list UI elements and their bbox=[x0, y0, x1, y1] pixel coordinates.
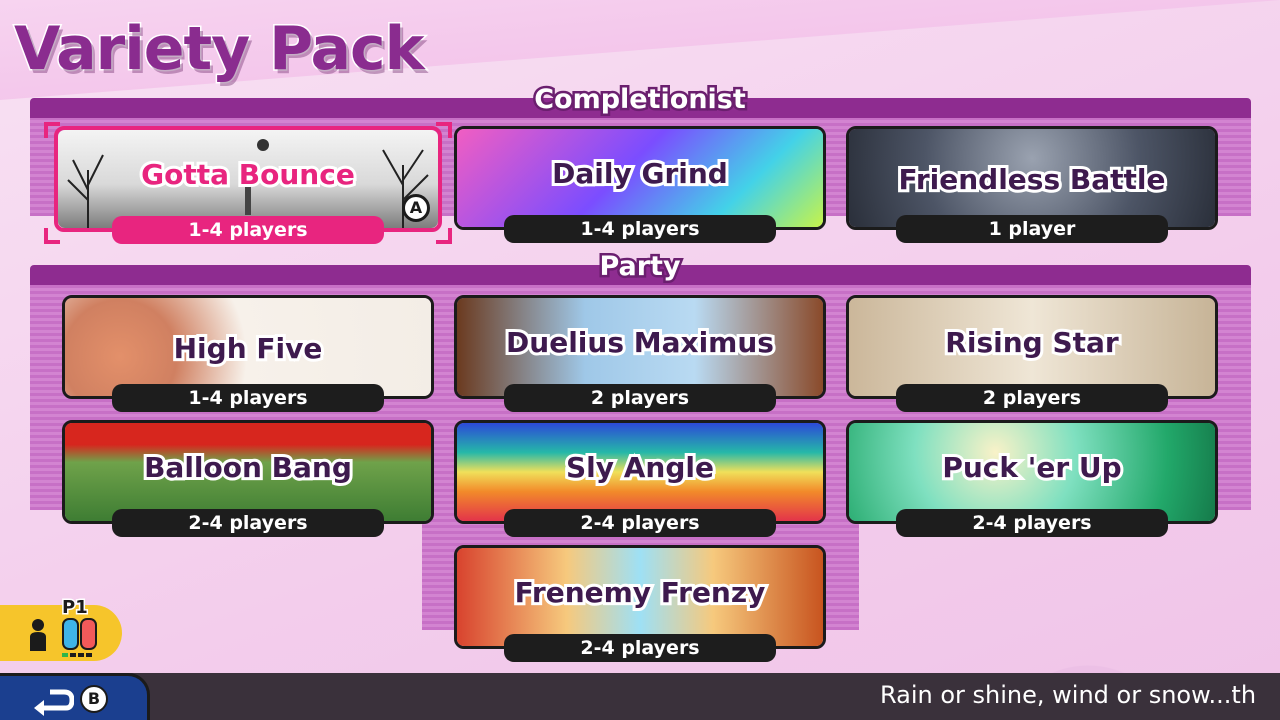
player-badge: P1 bbox=[0, 596, 122, 661]
page-title: Variety Pack bbox=[13, 13, 426, 86]
selection-corner-icon bbox=[44, 122, 60, 138]
a-button-icon: A bbox=[402, 194, 430, 222]
game-card-gotta-bounce[interactable]: Gotta Bounce A 1-4 players bbox=[44, 122, 452, 244]
player-count-badge: 2-4 players bbox=[896, 509, 1168, 537]
game-title: Gotta Bounce bbox=[138, 155, 358, 194]
game-card-sly-angle[interactable]: Sly Angle 2-4 players bbox=[454, 420, 826, 537]
back-button[interactable]: B bbox=[0, 673, 150, 720]
game-title: Puck 'er Up bbox=[939, 448, 1124, 487]
player-count-badge: 2-4 players bbox=[504, 634, 776, 662]
selection-corner-icon bbox=[436, 122, 452, 138]
b-button-icon: B bbox=[80, 685, 108, 713]
player-count-badge: 1-4 players bbox=[504, 215, 776, 243]
game-card-duelius-maximus[interactable]: Duelius Maximus 2 players bbox=[454, 295, 826, 412]
game-title: Daily Grind bbox=[549, 154, 731, 193]
game-card-balloon-bang[interactable]: Balloon Bang 2-4 players bbox=[62, 420, 434, 537]
game-card-friendless-battle[interactable]: Friendless Battle 1 player bbox=[846, 126, 1218, 243]
back-arrow-icon bbox=[34, 689, 74, 716]
player-count-badge: 2-4 players bbox=[504, 509, 776, 537]
game-title: Sly Angle bbox=[563, 448, 717, 487]
player-count-badge: 1 player bbox=[896, 215, 1168, 243]
player-count-badge: 2 players bbox=[896, 384, 1168, 412]
game-title: Duelius Maximus bbox=[503, 323, 777, 362]
section-title-party: Party bbox=[597, 249, 683, 285]
player-indicator-lights bbox=[62, 653, 92, 657]
joycon-icon bbox=[62, 618, 97, 650]
player-label: P1 bbox=[61, 596, 90, 620]
player-count-badge: 2 players bbox=[504, 384, 776, 412]
game-card-puck-er-up[interactable]: Puck 'er Up 2-4 players bbox=[846, 420, 1218, 537]
game-title: Frenemy Frenzy bbox=[512, 573, 769, 612]
tip-ticker: Rain or shine, wind or snow...th bbox=[880, 681, 1257, 709]
game-card-daily-grind[interactable]: Daily Grind 1-4 players bbox=[454, 126, 826, 243]
selection-corner-icon bbox=[436, 228, 452, 244]
bottom-bar: B Rain or shine, wind or snow...th bbox=[0, 673, 1280, 720]
game-title: High Five bbox=[171, 329, 326, 368]
game-card-high-five[interactable]: High Five 1-4 players bbox=[62, 295, 434, 412]
game-card-rising-star[interactable]: Rising Star 2 players bbox=[846, 295, 1218, 412]
person-icon bbox=[30, 619, 46, 651]
selection-corner-icon bbox=[44, 228, 60, 244]
player-count-badge: 1-4 players bbox=[112, 216, 384, 244]
game-title: Balloon Bang bbox=[141, 448, 355, 487]
game-title: Rising Star bbox=[942, 323, 1121, 362]
player-count-badge: 2-4 players bbox=[112, 509, 384, 537]
section-title-completionist: Completionist bbox=[532, 82, 749, 118]
game-card-frenemy-frenzy[interactable]: Frenemy Frenzy 2-4 players bbox=[454, 545, 826, 662]
player-count-badge: 1-4 players bbox=[112, 384, 384, 412]
game-title: Friendless Battle bbox=[896, 160, 1169, 199]
